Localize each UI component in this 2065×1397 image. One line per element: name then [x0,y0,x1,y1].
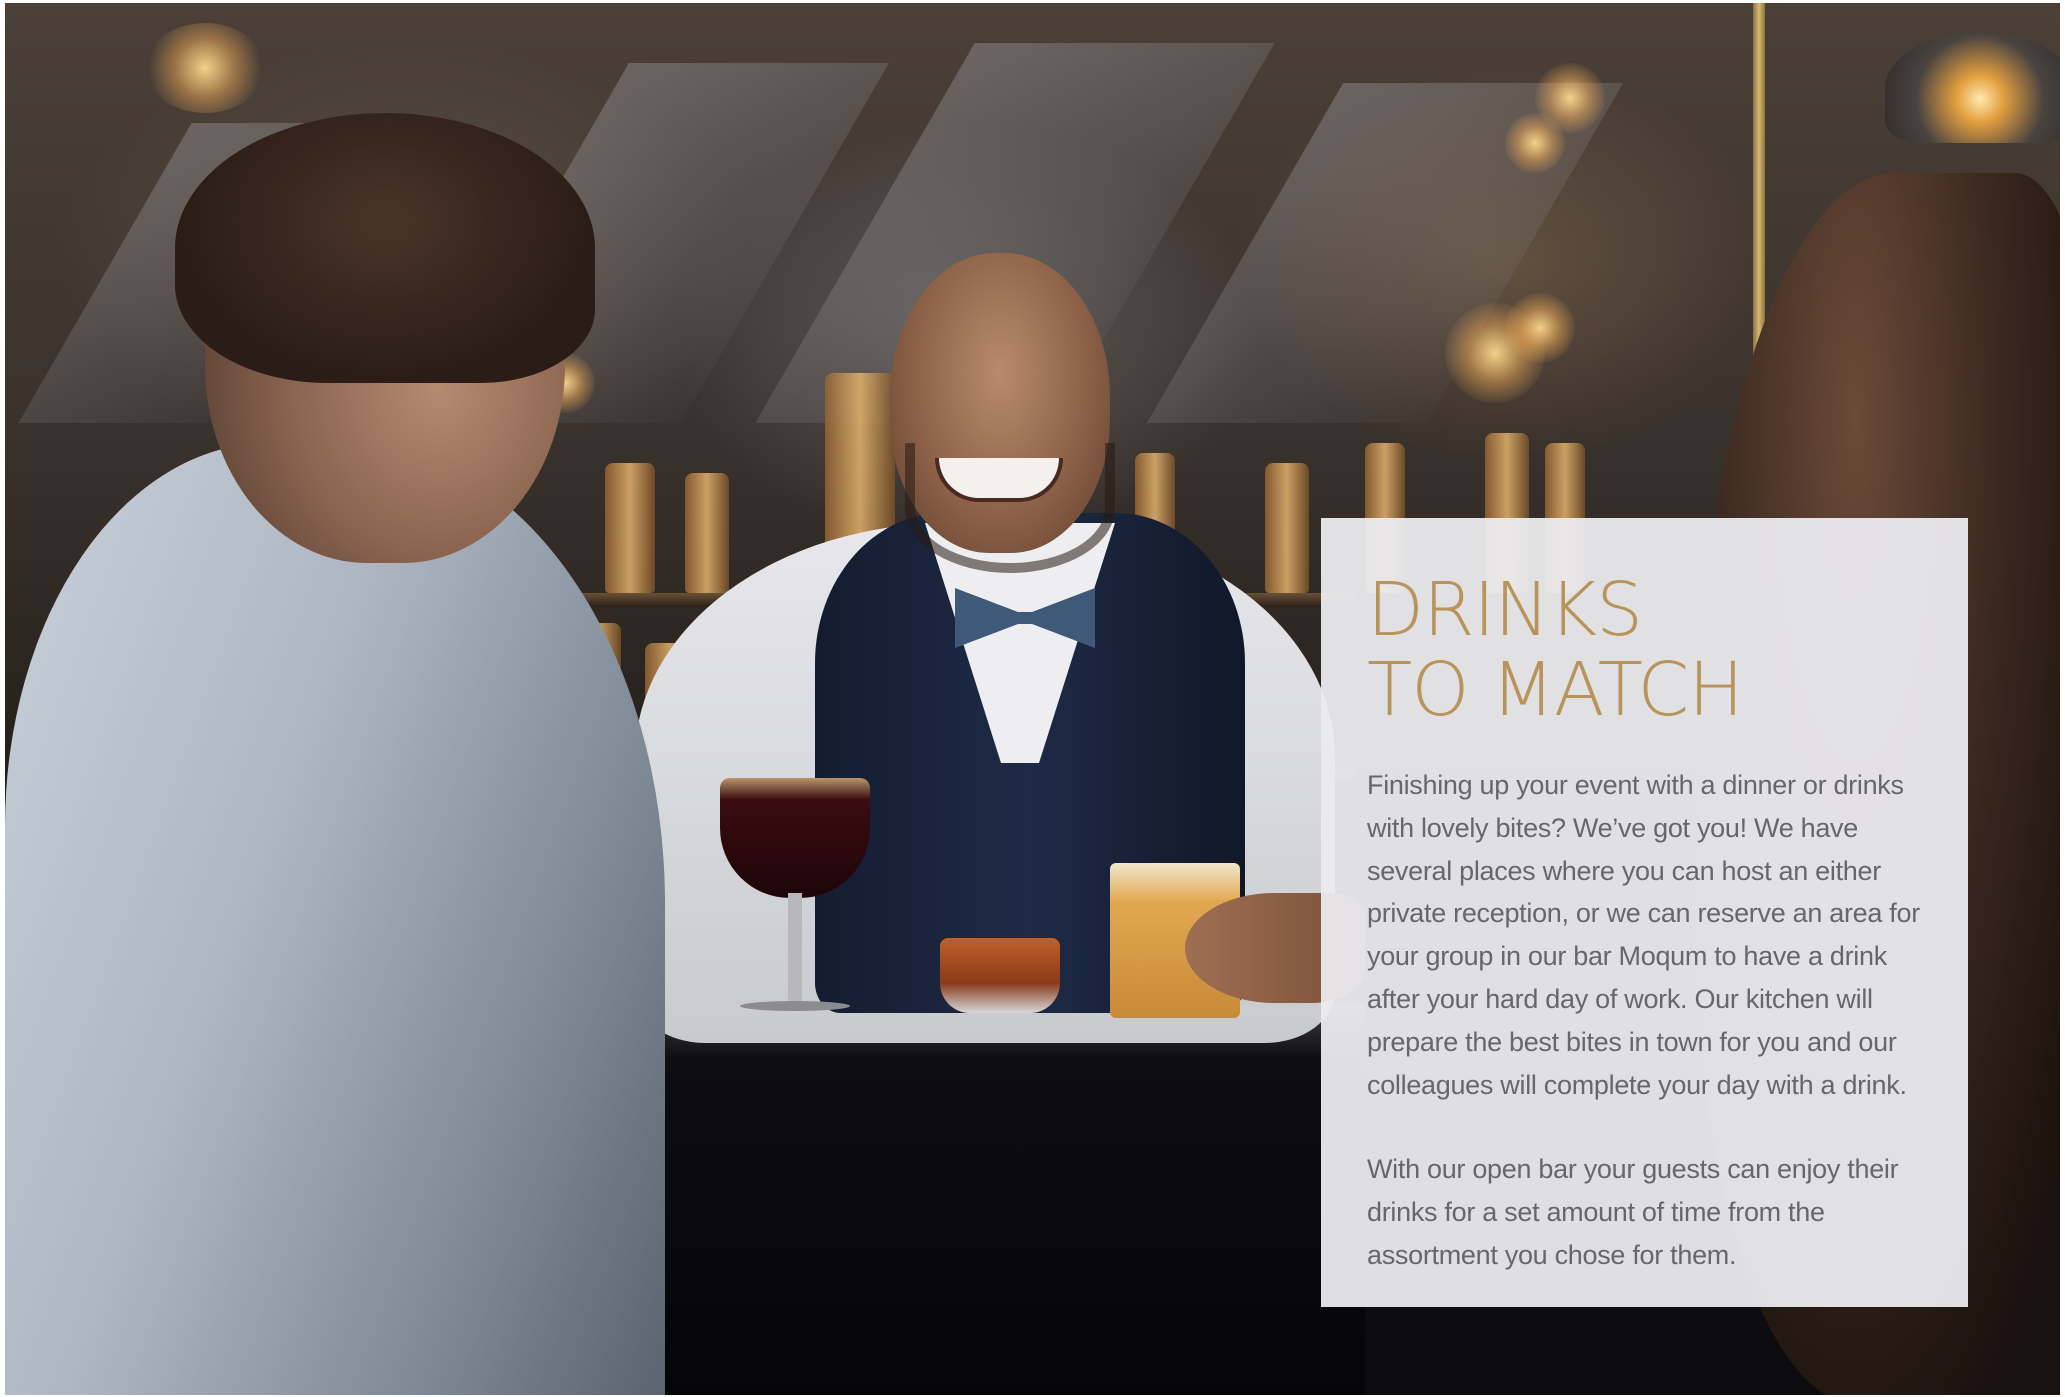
light-glow [145,23,265,113]
panel-title: DRINKS TO MATCH [1367,570,1922,730]
beer-glass-stem [788,893,802,1003]
bottle [1265,463,1309,593]
light-glow [1505,293,1575,363]
panel-title-line-1: DRINKS [1367,567,1643,653]
panel-paragraph-1: Finishing up your event with a dinner or… [1367,770,1920,1100]
snack-bowl [940,938,1060,1013]
guest-left-hair [175,113,595,383]
panel-paragraph-2: With our open bar your guests can enjoy … [1367,1154,1899,1270]
light-glow [1505,113,1565,173]
beer-glass-base [740,1001,850,1011]
panel-title-line-2: TO MATCH [1367,647,1744,733]
bottle [605,463,655,593]
text-panel: DRINKS TO MATCH Finishing up your event … [1321,518,1968,1307]
brochure-page: DRINKS TO MATCH Finishing up your event … [0,0,2065,1397]
guest-left-shirt [5,443,665,1395]
pendant-lamp [1885,33,2060,143]
bottle [685,473,729,593]
